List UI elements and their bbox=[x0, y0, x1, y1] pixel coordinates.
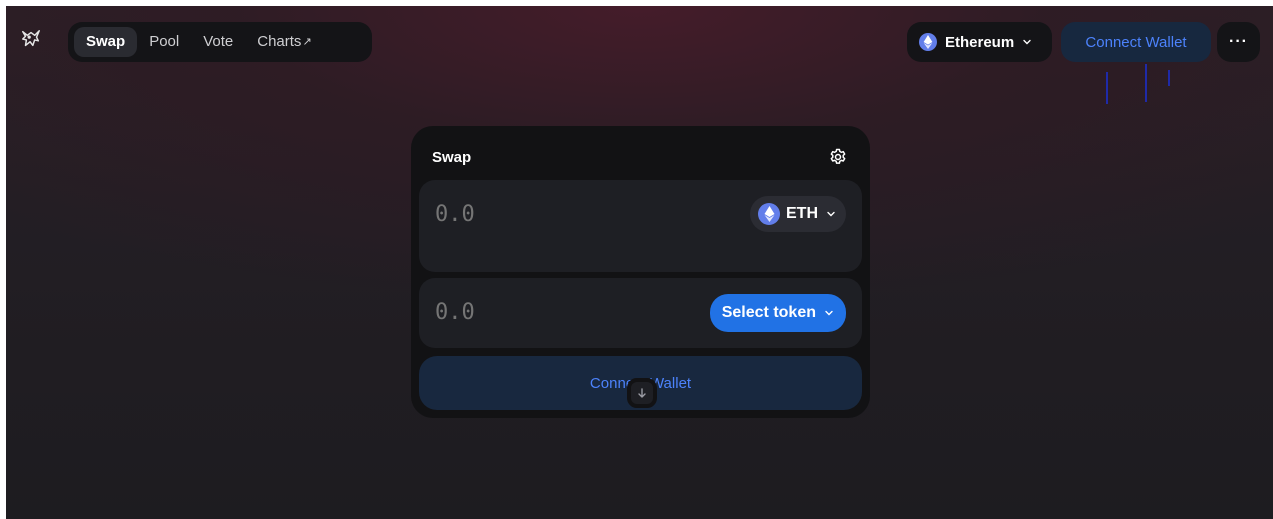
arrow-down-icon bbox=[638, 388, 646, 398]
chevron-down-icon bbox=[1023, 39, 1031, 45]
swap-title: Swap bbox=[432, 148, 472, 166]
ethereum-icon bbox=[919, 33, 937, 51]
select-token-button[interactable]: Select token bbox=[709, 294, 846, 332]
gear-icon[interactable] bbox=[828, 147, 848, 167]
external-link-icon: ↗ bbox=[302, 36, 312, 48]
tab-swap[interactable]: Swap bbox=[74, 27, 138, 57]
to-amount-input[interactable] bbox=[435, 300, 635, 325]
tab-vote[interactable]: Vote bbox=[191, 27, 245, 57]
connect-wallet-button[interactable]: Connect Wallet bbox=[1061, 22, 1211, 62]
more-options-button[interactable]: ··· bbox=[1217, 22, 1260, 62]
from-token-panel: ETH bbox=[419, 180, 862, 272]
swap-header: Swap bbox=[419, 134, 862, 180]
annotation-mark bbox=[1106, 72, 1108, 104]
ellipsis-icon: ··· bbox=[1229, 33, 1248, 50]
tab-charts[interactable]: Charts↗ bbox=[245, 27, 323, 57]
select-token-label: Select token bbox=[721, 304, 816, 321]
unicorn-logo-icon[interactable] bbox=[20, 28, 42, 50]
chevron-down-icon bbox=[827, 211, 835, 217]
annotation-mark bbox=[1168, 70, 1170, 86]
ethereum-icon bbox=[758, 203, 780, 225]
tab-pool[interactable]: Pool bbox=[137, 27, 191, 57]
main-nav: Swap Pool Vote Charts↗ bbox=[68, 22, 372, 62]
annotation-mark bbox=[1145, 64, 1147, 102]
app-frame: Swap Pool Vote Charts↗ Ethereum Connect … bbox=[6, 6, 1273, 519]
to-token-panel: Select token bbox=[419, 278, 862, 348]
from-token-selector[interactable]: ETH bbox=[750, 196, 846, 232]
swap-card: Swap ETH Select token bbox=[411, 126, 870, 418]
from-amount-input[interactable] bbox=[435, 202, 635, 227]
from-token-symbol: ETH bbox=[786, 205, 818, 222]
network-label: Ethereum bbox=[945, 33, 1015, 51]
chevron-down-icon bbox=[825, 310, 833, 316]
network-selector[interactable]: Ethereum bbox=[907, 22, 1052, 62]
tab-charts-label: Charts bbox=[257, 33, 302, 50]
switch-direction-button[interactable] bbox=[627, 378, 657, 408]
